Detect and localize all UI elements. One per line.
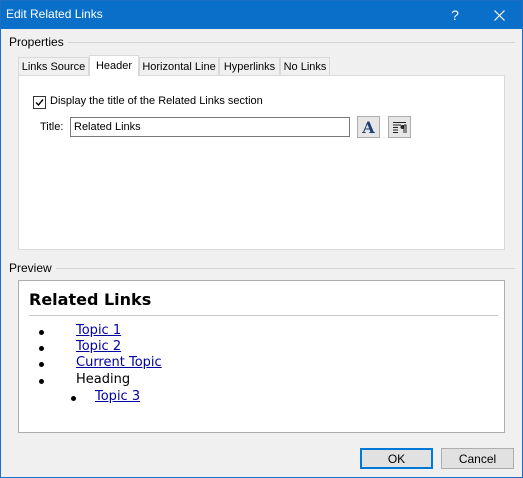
header-tab-panel: Display the title of the Related Links s… <box>18 75 505 250</box>
preview-link-topic-1[interactable]: Topic 1 <box>76 323 121 338</box>
bullet-icon <box>39 330 44 335</box>
bullet-icon <box>39 346 44 351</box>
font-button[interactable]: A <box>357 116 380 138</box>
preview-pane: Related Links Topic 1 Topic 2 Current To… <box>18 280 505 433</box>
preview-link-topic-2[interactable]: Topic 2 <box>76 339 121 354</box>
preview-heading: Related Links <box>29 290 152 309</box>
title-bar[interactable]: Edit Related Links ? <box>1 1 522 29</box>
close-icon <box>493 9 505 21</box>
preview-heading-item: Heading <box>76 372 131 387</box>
tab-label: Hyperlinks <box>223 60 276 73</box>
bullet-icon <box>39 379 44 384</box>
preview-group-label: Preview <box>9 261 56 275</box>
tab-header[interactable]: Header <box>89 55 139 76</box>
font-icon: A <box>362 117 375 137</box>
bullet-icon <box>71 396 76 401</box>
title-input[interactable]: Related Links <box>70 117 350 137</box>
tab-label: Links Source <box>21 60 86 73</box>
display-title-label[interactable]: Display the title of the Related Links s… <box>50 95 263 107</box>
title-field-label: Title: <box>40 121 64 133</box>
properties-group-label: Properties <box>9 35 68 49</box>
tab-label: Header <box>95 60 133 72</box>
properties-divider <box>63 42 515 43</box>
paragraph-format-icon <box>393 121 407 133</box>
tab-label: Horizontal Line <box>142 60 216 73</box>
tab-label: No Links <box>283 60 327 73</box>
tab-links-source[interactable]: Links Source <box>18 57 89 75</box>
preview-link-topic-3[interactable]: Topic 3 <box>95 389 140 404</box>
bullet-icon <box>39 362 44 367</box>
cancel-button[interactable]: Cancel <box>441 448 514 469</box>
paragraph-format-button[interactable] <box>388 116 411 138</box>
preview-link-current-topic[interactable]: Current Topic <box>76 355 162 370</box>
tab-hyperlinks[interactable]: Hyperlinks <box>219 57 280 75</box>
help-icon: ? <box>451 7 459 23</box>
preview-rule <box>29 315 498 316</box>
display-title-checkbox[interactable] <box>33 96 46 109</box>
close-button[interactable] <box>477 1 521 29</box>
ok-button[interactable]: OK <box>360 448 433 469</box>
window-title: Edit Related Links <box>6 7 103 21</box>
help-button[interactable]: ? <box>433 1 477 29</box>
checkmark-icon <box>35 99 44 107</box>
preview-divider <box>53 268 515 269</box>
tab-no-links[interactable]: No Links <box>280 57 330 75</box>
dialog-window: Edit Related Links ? Properties Links So… <box>0 0 523 478</box>
tab-horizontal-line[interactable]: Horizontal Line <box>139 57 219 75</box>
